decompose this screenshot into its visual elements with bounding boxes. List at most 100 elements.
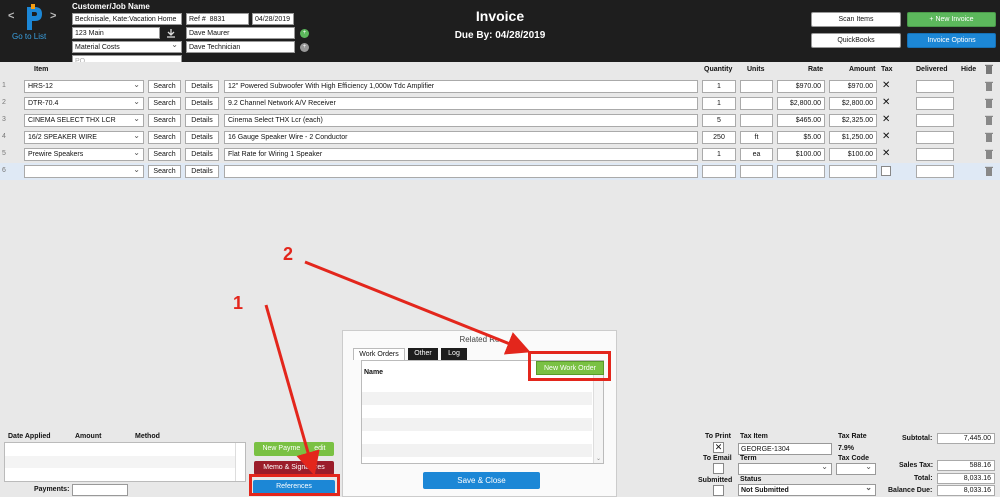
list-row[interactable]: [362, 431, 592, 444]
trash-icon[interactable]: [985, 132, 993, 142]
rate-field[interactable]: $5.00: [777, 131, 825, 144]
item-select[interactable]: HRS-12: [24, 80, 144, 93]
quantity-field[interactable]: 250: [702, 131, 736, 144]
details-button[interactable]: Details: [185, 165, 219, 178]
technician-field[interactable]: Dave Technician: [186, 41, 295, 53]
rate-field[interactable]: $2,800.00: [777, 97, 825, 110]
item-select[interactable]: DTR-70.4: [24, 97, 144, 110]
quantity-field[interactable]: 1: [702, 80, 736, 93]
status-select[interactable]: Not Submitted: [738, 484, 876, 496]
trash-icon[interactable]: [985, 166, 993, 176]
details-button[interactable]: Details: [185, 148, 219, 161]
delivered-field[interactable]: [916, 114, 954, 127]
trash-all-icon[interactable]: [985, 64, 993, 74]
tax-mark[interactable]: ✕: [882, 148, 890, 159]
rate-field[interactable]: $465.00: [777, 114, 825, 127]
term-select[interactable]: [738, 463, 832, 475]
description-field[interactable]: Flat Rate for Wiring 1 Speaker: [224, 148, 698, 161]
new-payment-button[interactable]: New Payme edit: [254, 442, 334, 456]
units-field[interactable]: [740, 165, 773, 178]
units-field[interactable]: [740, 80, 773, 93]
amount-field[interactable]: $2,800.00: [829, 97, 877, 110]
tax-item-field[interactable]: GEORGE-1304: [738, 443, 832, 455]
tab-work-orders[interactable]: Work Orders: [353, 348, 405, 360]
units-field[interactable]: ft: [740, 131, 773, 144]
scan-items-button[interactable]: Scan Items: [811, 12, 901, 27]
units-field[interactable]: [740, 97, 773, 110]
item-select[interactable]: Prewire Speakers: [24, 148, 144, 161]
amount-field[interactable]: $970.00: [829, 80, 877, 93]
details-button[interactable]: Details: [185, 131, 219, 144]
item-select[interactable]: CINEMA SELECT THX LCR: [24, 114, 144, 127]
to-email-checkbox[interactable]: [713, 463, 724, 474]
rate-field[interactable]: $100.00: [777, 148, 825, 161]
quantity-field[interactable]: 5: [702, 114, 736, 127]
class-select[interactable]: Material Costs: [72, 41, 182, 53]
save-close-button[interactable]: Save & Close: [423, 472, 540, 489]
tax-mark[interactable]: ✕: [882, 80, 890, 91]
payments-field[interactable]: [72, 484, 128, 496]
table-row[interactable]: 5 Prewire Speakers Search Details Flat Rate …: [0, 146, 1000, 163]
description-field[interactable]: [224, 165, 698, 178]
table-row[interactable]: 4 16/2 SPEAKER WIRE Search Details 16 Gauge …: [0, 129, 1000, 146]
tax-mark[interactable]: ✕: [882, 131, 890, 142]
item-select[interactable]: [24, 165, 144, 178]
list-row[interactable]: [362, 392, 592, 405]
details-button[interactable]: Details: [185, 97, 219, 110]
table-row[interactable]: 3 CINEMA SELECT THX LCR Search Details Cinem…: [0, 112, 1000, 129]
submitted-checkbox[interactable]: [713, 485, 724, 496]
description-field[interactable]: 12" Powered Subwoofer With High Efficien…: [224, 80, 698, 93]
search-button[interactable]: Search: [148, 97, 181, 110]
rate-field[interactable]: $970.00: [777, 80, 825, 93]
new-invoice-button[interactable]: + New Invoice: [907, 12, 996, 27]
add-tech-icon[interactable]: +: [300, 43, 309, 52]
description-field[interactable]: 9.2 Channel Network A/V Receiver: [224, 97, 698, 110]
details-button[interactable]: Details: [185, 80, 219, 93]
delivered-field[interactable]: [916, 97, 954, 110]
tax-mark[interactable]: ✕: [882, 97, 890, 108]
invoice-options-button[interactable]: Invoice Options: [907, 33, 996, 48]
table-row[interactable]: 2 DTR-70.4 Search Details 9.2 Channel Networ…: [0, 95, 1000, 112]
quantity-field[interactable]: 1: [702, 97, 736, 110]
units-field[interactable]: ea: [740, 148, 773, 161]
rate-field[interactable]: [777, 165, 825, 178]
tax-mark[interactable]: ✕: [882, 114, 890, 125]
memo-signatures-button[interactable]: Memo & Signatures: [254, 461, 334, 475]
scroll-down-icon[interactable]: ⌄: [596, 455, 601, 462]
amount-field[interactable]: $100.00: [829, 148, 877, 161]
description-field[interactable]: Cinema Select THX Lcr (each): [224, 114, 698, 127]
to-print-checkbox[interactable]: ✕: [713, 442, 724, 453]
delivered-field[interactable]: [916, 165, 954, 178]
trash-icon[interactable]: [985, 115, 993, 125]
item-select[interactable]: 16/2 SPEAKER WIRE: [24, 131, 144, 144]
quantity-field[interactable]: 1: [702, 148, 736, 161]
details-button[interactable]: Details: [185, 114, 219, 127]
search-button[interactable]: Search: [148, 148, 181, 161]
trash-icon[interactable]: [985, 98, 993, 108]
trash-icon[interactable]: [985, 81, 993, 91]
quickbooks-button[interactable]: QuickBooks: [811, 33, 901, 48]
payments-scrollbar[interactable]: [235, 443, 245, 481]
delivered-field[interactable]: [916, 80, 954, 93]
delivered-field[interactable]: [916, 131, 954, 144]
amount-field[interactable]: $2,325.00: [829, 114, 877, 127]
description-field[interactable]: 16 Gauge Speaker Wire - 2 Conductor: [224, 131, 698, 144]
search-button[interactable]: Search: [148, 165, 181, 178]
quantity-field[interactable]: [702, 165, 736, 178]
amount-field[interactable]: $1,250.00: [829, 131, 877, 144]
list-row[interactable]: [362, 405, 592, 418]
search-button[interactable]: Search: [148, 114, 181, 127]
tab-log[interactable]: Log: [441, 348, 467, 360]
trash-icon[interactable]: [985, 149, 993, 159]
search-button[interactable]: Search: [148, 131, 181, 144]
tax-checkbox[interactable]: [881, 166, 891, 176]
units-field[interactable]: [740, 114, 773, 127]
table-row[interactable]: 1 HRS-12 Search Details 12" Powered Subwoofe…: [0, 78, 1000, 95]
amount-field[interactable]: [829, 165, 877, 178]
table-row[interactable]: 6 Search Details: [0, 163, 1000, 180]
search-button[interactable]: Search: [148, 80, 181, 93]
list-row[interactable]: [5, 456, 236, 468]
tab-other[interactable]: Other: [408, 348, 438, 360]
delivered-field[interactable]: [916, 148, 954, 161]
list-row[interactable]: [362, 444, 592, 457]
